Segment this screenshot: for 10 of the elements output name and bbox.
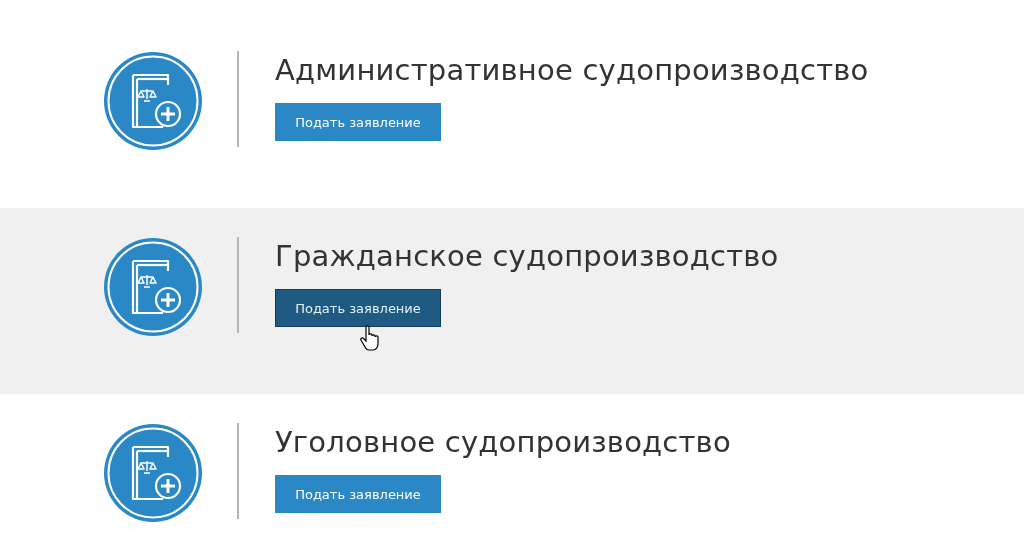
submit-application-button[interactable]: Подать заявление [275, 289, 441, 327]
book-plus-icon [103, 51, 203, 151]
book-plus-icon [103, 237, 203, 337]
section-title: Административное судопроизводство [275, 53, 869, 87]
section-title: Гражданское судопроизводство [275, 239, 779, 273]
submit-application-button[interactable]: Подать заявление [275, 475, 441, 513]
hand-cursor-icon [360, 325, 380, 351]
book-plus-icon [103, 423, 203, 523]
submit-application-button[interactable]: Подать заявление [275, 103, 441, 141]
section-title: Уголовное судопроизводство [275, 425, 731, 459]
